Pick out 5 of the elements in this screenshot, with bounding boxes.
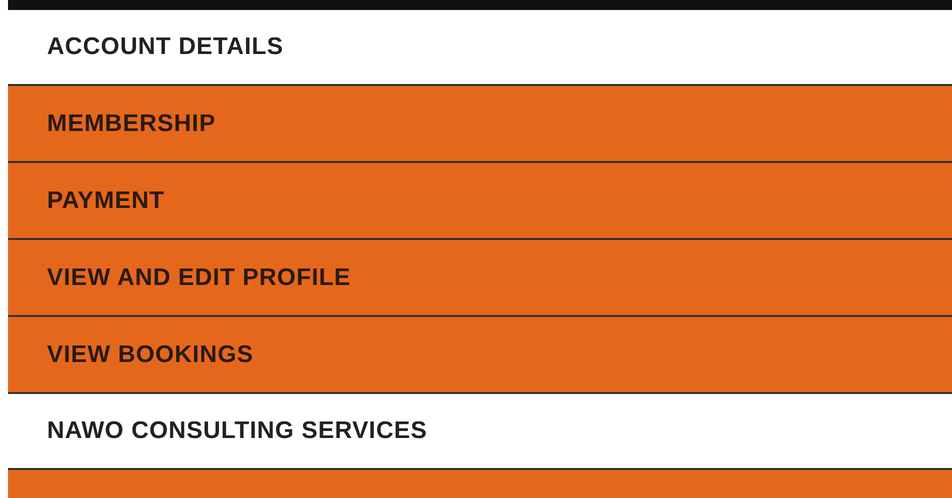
menu-item[interactable]: MEMBERSHIP <box>8 86 952 163</box>
menu-item[interactable]: PAYMENT <box>8 163 952 240</box>
menu-item[interactable]: VIEW AND EDIT PROFILE <box>8 240 952 317</box>
menu-item[interactable]: VIEW BOOKINGS <box>8 317 952 394</box>
menu-item[interactable] <box>8 470 952 498</box>
